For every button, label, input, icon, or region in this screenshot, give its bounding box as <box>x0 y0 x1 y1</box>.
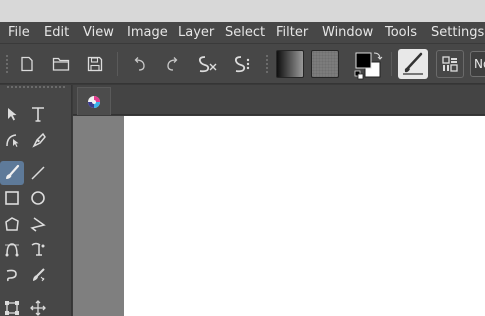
menu-image[interactable]: Image <box>127 25 168 41</box>
paintbrush-icon <box>6 164 20 179</box>
transform-icon <box>5 301 19 315</box>
canvas-viewport[interactable] <box>73 116 485 316</box>
calligraphy-pen-icon <box>32 132 46 148</box>
bezier-curve-tool[interactable] <box>0 237 24 261</box>
text-icon <box>32 107 44 122</box>
blend-mode-label: No <box>474 57 485 71</box>
open-document-button[interactable] <box>49 52 73 76</box>
menu-tools[interactable]: Tools <box>385 25 417 41</box>
ellipse-icon <box>31 191 45 205</box>
color-swap-icon <box>354 52 383 80</box>
dynamic-brush-icon <box>31 242 45 256</box>
line-tool[interactable] <box>26 161 50 185</box>
undo-button[interactable] <box>127 52 151 76</box>
text-tool[interactable] <box>26 102 50 126</box>
document-canvas[interactable] <box>124 116 485 316</box>
move-tool[interactable] <box>26 296 50 316</box>
move-arrows-icon <box>30 300 46 316</box>
edit-shapes-tool[interactable] <box>0 128 24 152</box>
save-button[interactable] <box>83 52 107 76</box>
toolbar-handle-2[interactable] <box>265 54 269 74</box>
workspace-icon <box>442 56 458 72</box>
rectangle-icon <box>5 191 19 205</box>
freehand-path-tool[interactable] <box>0 263 24 287</box>
document-tab-bar <box>73 85 485 115</box>
toolbar-separator <box>117 52 118 76</box>
menu-select[interactable]: Select <box>225 25 265 41</box>
edit-shapes-icon <box>6 134 19 147</box>
pattern-swatch[interactable] <box>311 50 339 78</box>
folder-icon <box>52 57 70 71</box>
select-shapes-tool[interactable] <box>0 102 24 126</box>
menu-view[interactable]: View <box>83 25 114 41</box>
gradient-swatch[interactable] <box>276 50 304 78</box>
pointer-arrow-icon <box>8 108 17 121</box>
new-document-icon <box>21 56 33 72</box>
select-all-button[interactable] <box>229 52 253 76</box>
menu-settings[interactable]: Settings <box>431 25 484 41</box>
polygon-icon <box>5 217 19 231</box>
multibrush-icon <box>33 268 45 282</box>
dynamic-brush-tool[interactable] <box>26 237 50 261</box>
menu-bar: File Edit View Image Layer Select Filter… <box>0 22 485 44</box>
blend-mode-combo[interactable]: No <box>470 51 485 77</box>
transform-tool[interactable] <box>0 296 24 316</box>
redo-button[interactable] <box>161 52 185 76</box>
new-document-button[interactable] <box>15 52 39 76</box>
calligraphy-tool[interactable] <box>26 128 50 152</box>
main-toolbar: No <box>0 44 485 84</box>
document-tab[interactable] <box>77 87 111 115</box>
toolbox-panel <box>0 85 72 316</box>
bezier-curve-icon <box>5 243 19 257</box>
freehand-brush-tool[interactable] <box>0 161 24 185</box>
polyline-icon <box>30 217 46 232</box>
foreground-background-colors[interactable] <box>353 50 383 80</box>
clear-selection-button[interactable] <box>195 52 219 76</box>
deselect-icon <box>198 56 217 73</box>
polygon-tool[interactable] <box>0 212 24 236</box>
redo-icon <box>167 57 178 71</box>
menu-layer[interactable]: Layer <box>178 25 214 41</box>
multibrush-tool[interactable] <box>26 263 50 287</box>
menu-edit[interactable]: Edit <box>44 25 69 41</box>
krita-document-icon <box>88 95 100 108</box>
toolbox-handle[interactable] <box>6 85 66 90</box>
brush-preset-icon <box>403 52 423 75</box>
brush-preset-button[interactable] <box>398 49 428 79</box>
select-all-icon <box>234 56 250 73</box>
toolbar-handle[interactable] <box>5 54 9 74</box>
line-icon <box>31 166 45 180</box>
menu-filter[interactable]: Filter <box>276 25 308 41</box>
workspace-chooser-button[interactable] <box>436 50 464 78</box>
window-titlebar <box>0 0 485 22</box>
ellipse-tool[interactable] <box>26 186 50 210</box>
menu-file[interactable]: File <box>8 25 30 41</box>
save-icon <box>87 56 103 72</box>
polyline-tool[interactable] <box>26 212 50 236</box>
rectangle-tool[interactable] <box>0 186 24 210</box>
menu-window[interactable]: Window <box>322 25 373 41</box>
freehand-path-icon <box>6 269 17 282</box>
undo-icon <box>134 57 145 71</box>
toolbar-separator-2 <box>391 52 392 76</box>
